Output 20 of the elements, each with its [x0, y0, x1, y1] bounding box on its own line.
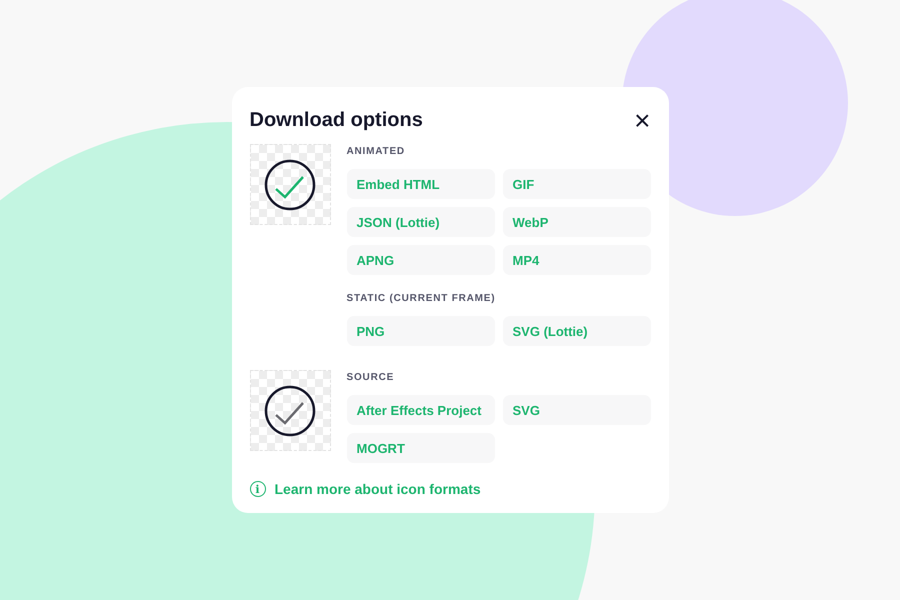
close-button[interactable]: ×	[626, 110, 658, 132]
format-button[interactable]: MOGRT	[346, 433, 494, 463]
format-button[interactable]: MP4	[502, 245, 650, 275]
section-heading: ANIMATED	[346, 146, 406, 157]
format-button[interactable]: After Effects Project	[346, 395, 494, 425]
format-button[interactable]: APNG	[346, 245, 494, 275]
check-circle-icon	[264, 158, 316, 210]
section-heading: STATIC (CURRENT FRAME)	[346, 293, 496, 304]
section-heading: SOURCE	[346, 372, 396, 383]
format-button[interactable]: PNG	[346, 316, 494, 346]
learn-more-link[interactable]: Learn more about icon formats	[274, 481, 481, 497]
info-icon: i	[250, 481, 266, 497]
format-button[interactable]: Embed HTML	[346, 169, 494, 199]
check-circle-icon	[264, 384, 316, 436]
format-button[interactable]: GIF	[502, 169, 650, 199]
dialog-title: Download options	[250, 109, 423, 132]
format-button[interactable]: SVG (Lottie)	[502, 316, 650, 346]
format-button[interactable]: WebP	[502, 207, 650, 237]
format-button[interactable]: JSON (Lottie)	[346, 207, 494, 237]
format-button[interactable]: SVG	[502, 395, 650, 425]
